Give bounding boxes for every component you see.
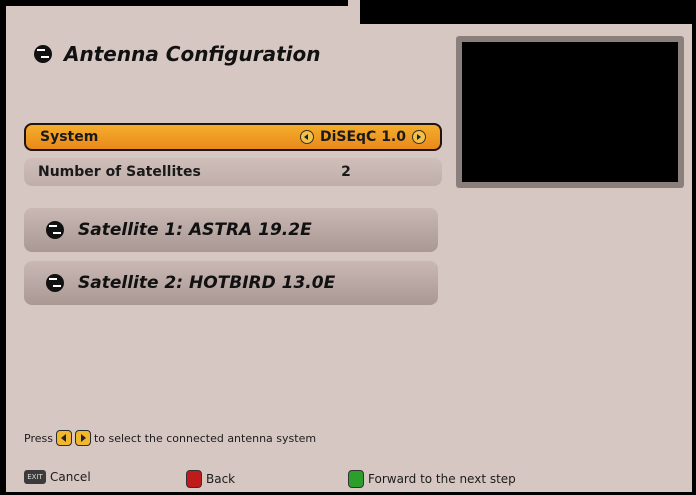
page-title-container: Antenna Configuration	[34, 42, 320, 66]
hint-prefix: Press	[24, 431, 53, 445]
cancel-button[interactable]: EXIT Cancel	[24, 470, 91, 484]
system-row[interactable]: System DiSEqC 1.0	[24, 123, 442, 151]
right-arrow-icon[interactable]	[412, 130, 426, 144]
right-key-icon	[74, 430, 91, 446]
number-of-satellites-row[interactable]: Number of Satellites 2	[24, 158, 442, 186]
back-label: Back	[206, 472, 236, 486]
menu-arrow-icon	[46, 221, 64, 239]
system-label: System	[40, 129, 99, 145]
system-value-selector[interactable]: DiSEqC 1.0	[286, 129, 426, 145]
hint-text: Press to select the connected antenna sy…	[24, 430, 316, 446]
satellites-value: 2	[306, 164, 386, 180]
forward-button[interactable]: Forward to the next step	[348, 470, 516, 488]
left-key-icon	[55, 430, 72, 446]
green-key-icon	[348, 470, 364, 488]
footer-bar: EXIT Cancel Back Forward to the next ste…	[24, 470, 684, 490]
back-button[interactable]: Back	[186, 470, 235, 488]
forward-label: Forward to the next step	[368, 472, 516, 486]
satellite-1-label: Satellite 1: ASTRA 19.2E	[78, 220, 312, 240]
video-preview-screen	[462, 42, 678, 182]
video-preview	[456, 36, 684, 188]
left-arrow-icon[interactable]	[299, 130, 314, 144]
satellite-2-label: Satellite 2: HOTBIRD 13.0E	[78, 273, 336, 293]
menu-arrow-icon	[34, 45, 52, 63]
exit-key-icon: EXIT	[24, 470, 46, 484]
system-value: DiSEqC 1.0	[319, 129, 406, 145]
satellite-2-item[interactable]: Satellite 2: HOTBIRD 13.0E	[24, 261, 438, 305]
satellites-count: 2	[341, 164, 351, 180]
panel-notch	[360, 0, 696, 24]
page-title: Antenna Configuration	[64, 42, 321, 66]
menu-arrow-icon	[46, 274, 64, 292]
satellite-1-item[interactable]: Satellite 1: ASTRA 19.2E	[24, 208, 438, 252]
red-key-icon	[186, 470, 202, 488]
cancel-label: Cancel	[50, 470, 91, 484]
satellites-label: Number of Satellites	[38, 164, 201, 180]
hint-suffix: to select the connected antenna system	[93, 431, 317, 445]
